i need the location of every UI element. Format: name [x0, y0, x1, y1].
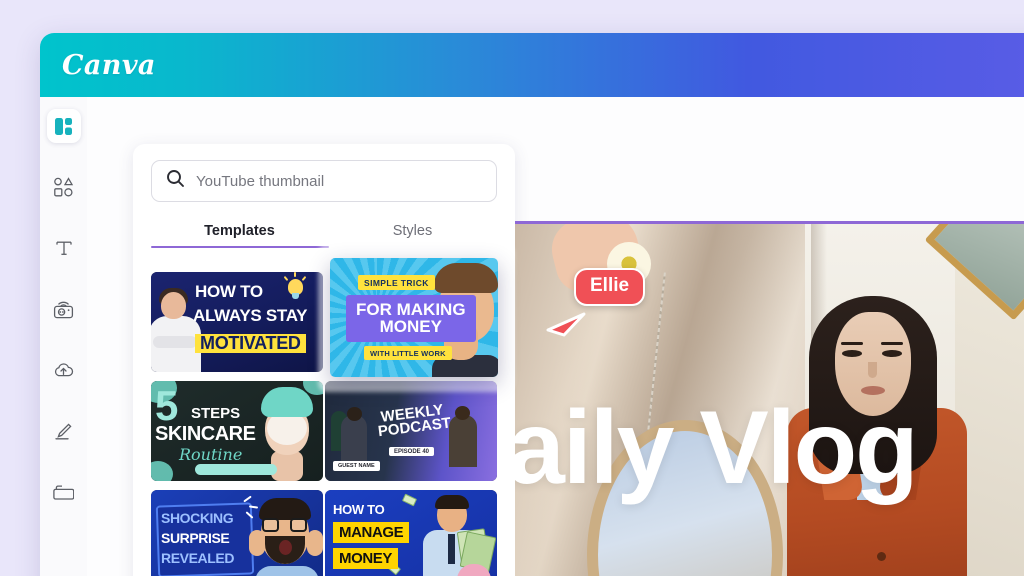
template-guest-chip: GUEST NAME — [333, 461, 380, 471]
template-line-0: HOW TO — [333, 502, 385, 517]
left-rail — [40, 97, 87, 576]
canva-editor-window: Canva YouTube thumbnail Templates Styles… — [40, 33, 1024, 576]
template-card-manage-money[interactable]: HOW TO MANAGE MONEY — [325, 490, 497, 576]
template-cta-bar — [195, 464, 277, 475]
search-input[interactable] — [196, 172, 476, 190]
app-body: Templates Styles — [40, 97, 1024, 576]
search-box[interactable] — [151, 160, 497, 202]
template-line-3: REVEALED — [161, 550, 235, 566]
template-headline: FOR MAKING MONEY — [346, 295, 476, 342]
design-icon — [54, 117, 73, 136]
tab-templates[interactable]: Templates — [151, 223, 328, 248]
sidebar-item-text[interactable] — [47, 231, 81, 265]
collaborator-name-label: Ellie — [574, 268, 646, 306]
person-illustration — [249, 496, 323, 576]
pen-draw-icon — [53, 421, 74, 442]
text-t-icon — [54, 238, 74, 258]
template-script-word: Routine — [179, 445, 243, 464]
canvas-headline[interactable]: aily Vlog — [515, 396, 919, 500]
template-episode-tag: EPISODE 40 — [389, 447, 435, 456]
template-line-2: ALWAYS STAY — [193, 306, 308, 325]
template-line-3: MOTIVATED — [195, 334, 306, 354]
sidebar-item-draw[interactable] — [47, 414, 81, 448]
active-tab-underline — [151, 245, 329, 248]
template-card-motivated[interactable]: HOW TO ALWAYS STAY MOTIVATED — [151, 272, 323, 372]
sidebar-item-brand[interactable] — [47, 292, 81, 326]
brand-radio-icon — [53, 299, 74, 320]
template-number: 5 — [155, 382, 179, 429]
cloud-upload-icon — [53, 360, 74, 381]
canva-logo[interactable]: Canva — [62, 50, 156, 81]
template-line-2: MONEY — [379, 317, 442, 336]
folder-icon — [53, 482, 74, 503]
sidebar-item-uploads[interactable] — [47, 353, 81, 387]
sidebar-item-projects[interactable] — [47, 475, 81, 509]
app-header: Canva — [40, 33, 1024, 97]
template-line-1: MANAGE — [333, 522, 410, 543]
template-line-1: SHOCKING — [161, 510, 234, 526]
template-line-1: HOW TO — [195, 282, 263, 301]
template-card-making-money-dragging[interactable]: SIMPLE TRICK FOR MAKING MONEY WITH LITTL… — [330, 258, 498, 377]
template-line-2: SURPRISE — [161, 530, 230, 546]
search-icon — [166, 169, 185, 193]
shapes-icon — [53, 176, 74, 198]
template-subtext: WITH LITTLE WORK — [364, 346, 452, 360]
template-line-1: STEPS — [191, 405, 241, 422]
template-line-2: MONEY — [333, 548, 399, 569]
template-badge: SIMPLE TRICK — [358, 275, 435, 290]
template-line-1: FOR MAKING — [356, 300, 466, 319]
template-line-2: SKINCARE — [155, 423, 256, 445]
sidebar-item-design[interactable] — [46, 109, 81, 143]
sidebar-item-elements[interactable] — [47, 170, 81, 204]
person-illustration — [415, 494, 497, 576]
lightbulb-icon — [283, 272, 307, 300]
screenshot-root: Canva YouTube thumbnail Templates Styles… — [0, 0, 1024, 576]
template-card-shocking[interactable]: SHOCKING SURPRISE REVEALED — [151, 490, 323, 576]
template-card-skincare[interactable]: 5 STEPS SKINCARE Routine — [151, 381, 323, 481]
template-card-podcast[interactable]: WEEKLY PODCAST EPISODE 40 GUEST NAME — [325, 381, 497, 481]
